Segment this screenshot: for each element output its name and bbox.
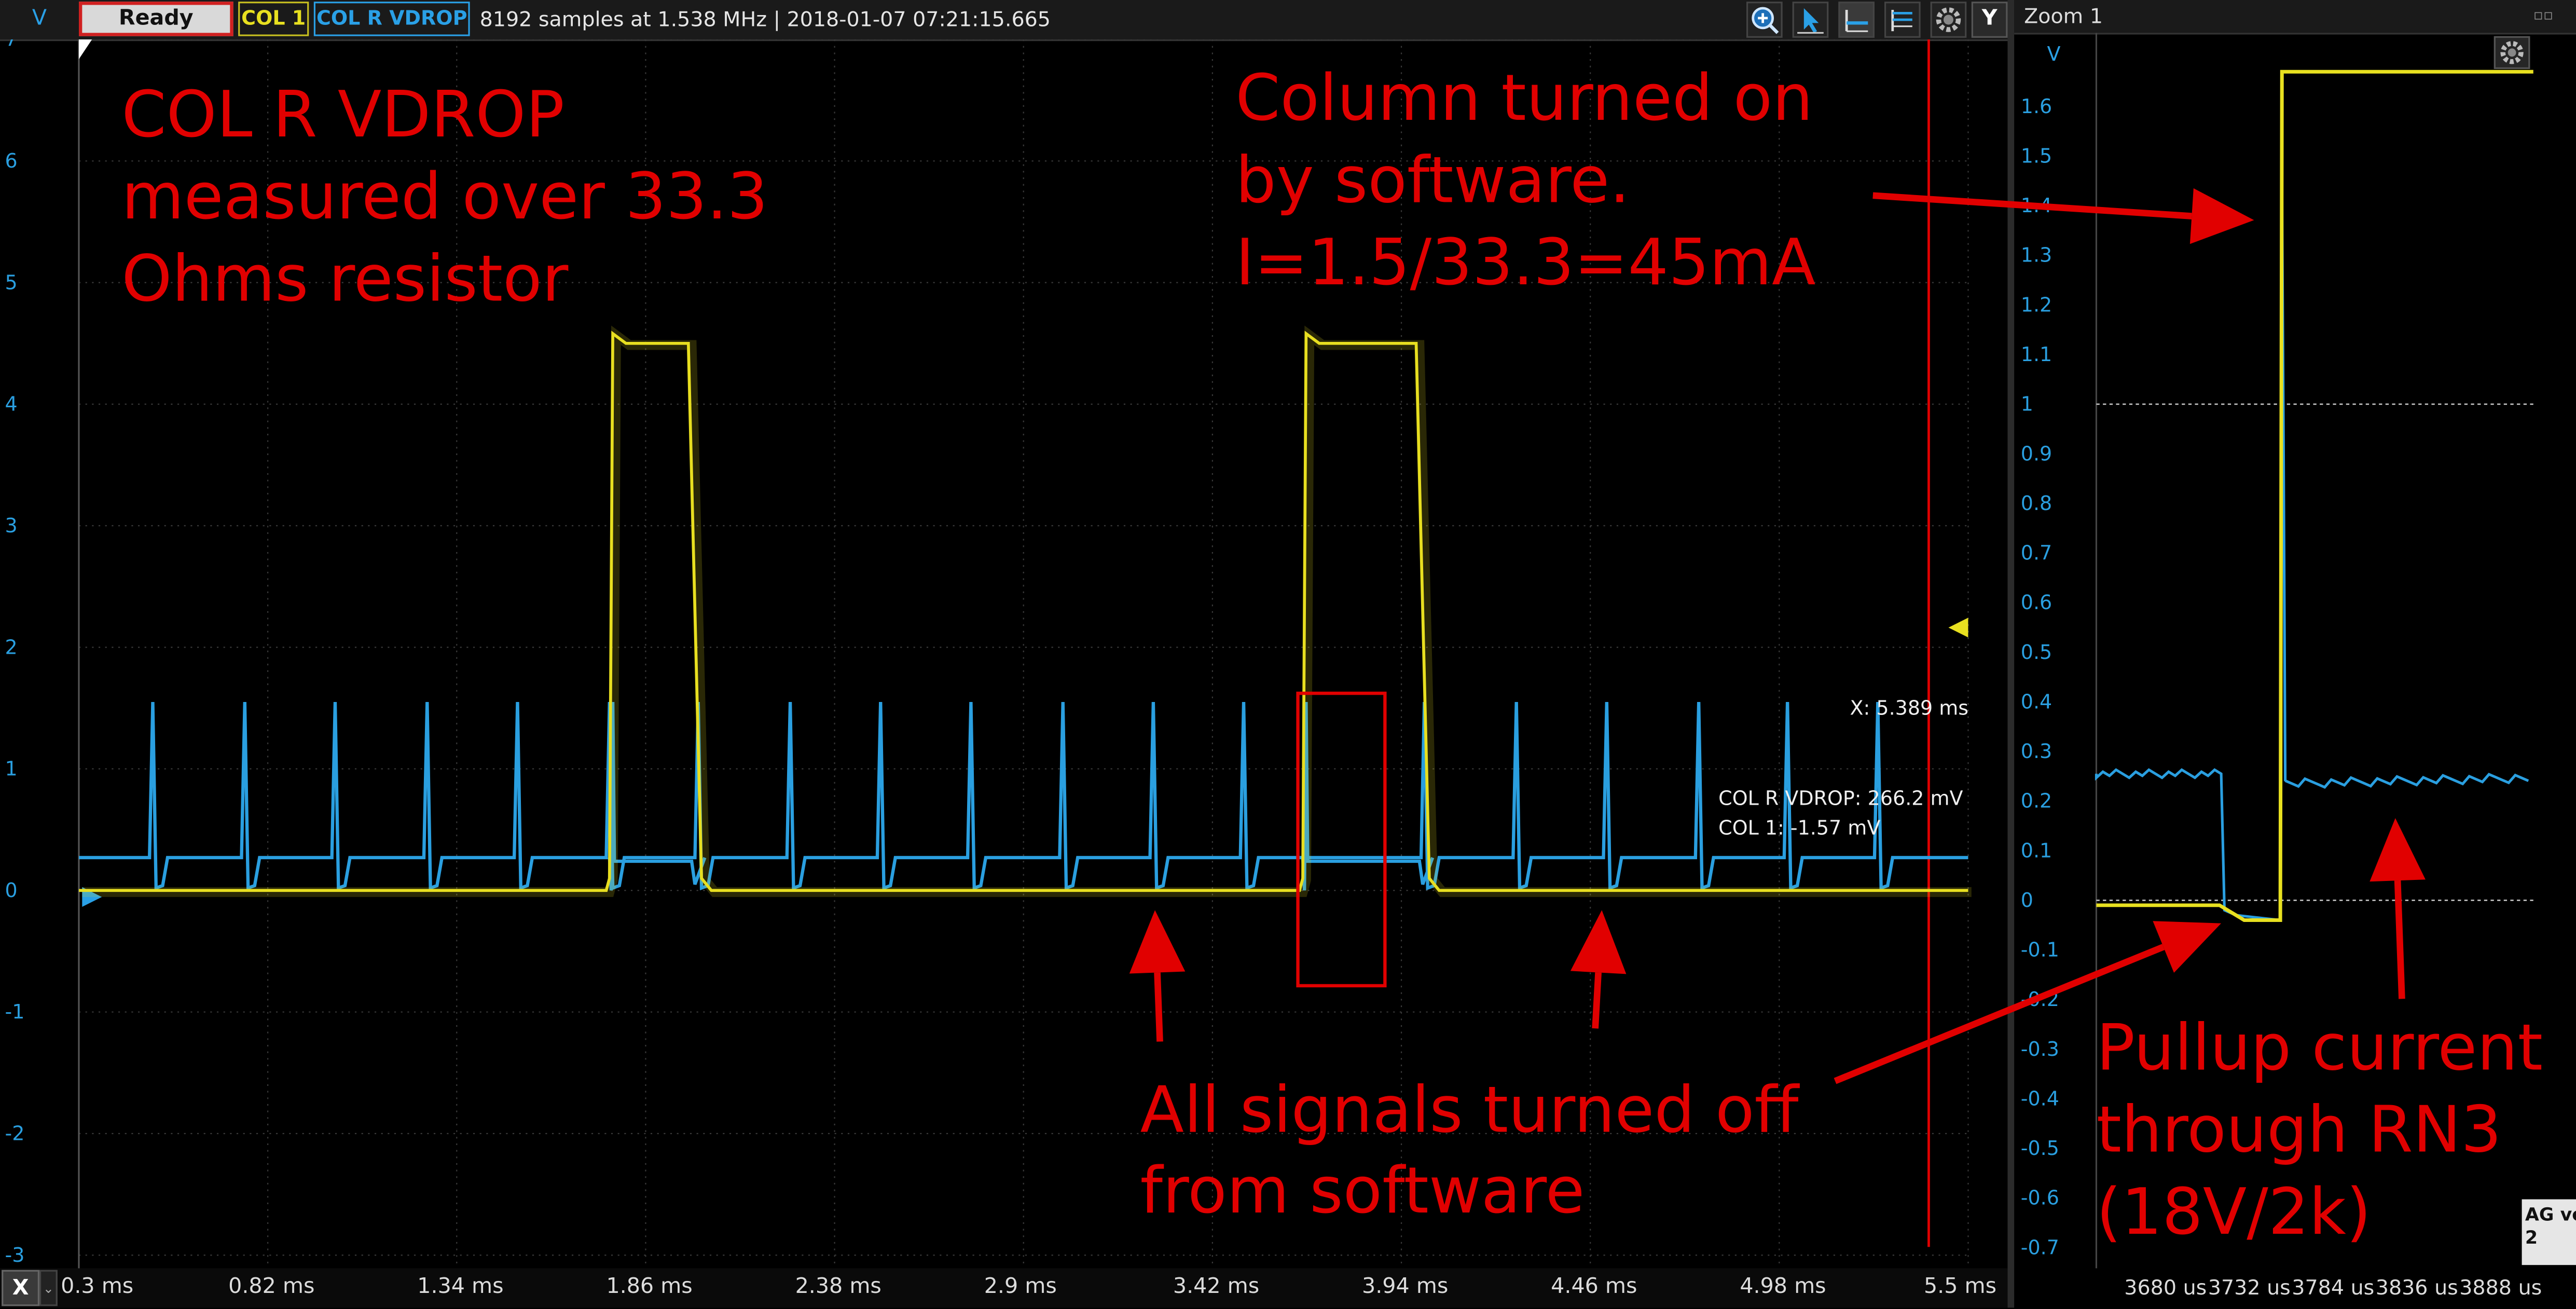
zoom-trace-col-r-vdrop — [2095, 181, 2529, 922]
channel-col1-tab[interactable]: COL 1 — [238, 2, 309, 36]
trigger-level-marker[interactable] — [1948, 617, 1968, 638]
trace-col-r-vdrop-pulse — [608, 702, 707, 891]
zoom-y-tick-label: 0.1 — [2021, 839, 2052, 862]
cursor-ch2-readout: COL R VDROP: 266.2 mV — [1718, 787, 1963, 810]
gear-icon — [2500, 41, 2524, 64]
zoom-y-tick-label: 1.2 — [2021, 293, 2052, 316]
zoom-panel-title: Zoom 1 — [2024, 3, 2103, 28]
ready-button[interactable]: Ready — [78, 2, 233, 36]
x-tick-label: 3.42 ms — [1173, 1275, 1260, 1300]
zoom-y-tick-label: 0.7 — [2021, 542, 2052, 564]
y-axis-button[interactable]: Y — [1971, 2, 2008, 38]
cursor-ch1-readout: COL 1: -1.57 mV — [1718, 816, 1881, 840]
annotation-title: COL R VDROP measured over 33.3 Ohms resi… — [121, 78, 768, 318]
zoom-y-tick-label: -0.3 — [2021, 1038, 2059, 1060]
zoom-x-tick-label: 3888 us — [2459, 1275, 2542, 1300]
zoom-x-tick-label: 3680 us — [2124, 1275, 2207, 1300]
zoom-y-tick-label: 0.3 — [2021, 740, 2052, 763]
zoom-button[interactable] — [1746, 2, 1783, 38]
x-axis-dropdown-icon[interactable]: ⌄ — [39, 1270, 58, 1306]
trace-col1-persistence — [82, 325, 1972, 897]
zoom-y-unit: V — [2047, 43, 2060, 65]
zoom-y-tick-label: 1.5 — [2021, 144, 2052, 167]
panel-divider[interactable] — [2007, 0, 2015, 1308]
channel-col-r-vdrop-tab[interactable]: COL R VDROP — [313, 2, 470, 36]
measure-icon — [1891, 9, 1912, 32]
settings-button[interactable] — [1930, 2, 1967, 38]
gear-icon — [1936, 7, 1961, 32]
zoom-x-tick-label: 3732 us — [2208, 1275, 2291, 1300]
x-tick-label: 1.86 ms — [606, 1275, 693, 1300]
x-tick-label: 1.34 ms — [417, 1275, 504, 1300]
x-tick-label: 2.38 ms — [795, 1275, 881, 1300]
x-tick-label: 4.98 ms — [1740, 1275, 1826, 1300]
zoom-y-tick-label: -0.7 — [2021, 1236, 2059, 1259]
y-tick-label: -2 — [5, 1122, 24, 1145]
trigger-top-marker — [78, 39, 92, 59]
x-tick-label: 2.9 ms — [984, 1275, 1057, 1300]
zoom-y-tick-label: 0.4 — [2021, 690, 2052, 713]
zoom-y-tick-label: 0.2 — [2021, 790, 2052, 812]
zoom-settings-button[interactable] — [2494, 36, 2530, 69]
x-tick-label: 5.5 ms — [1923, 1275, 1997, 1300]
zoom-y-tick-label: -0.5 — [2021, 1137, 2059, 1160]
zoom-y-tick-label: 1.1 — [2021, 343, 2052, 366]
x-tick-label: 4.46 ms — [1551, 1275, 1637, 1300]
horizontal-cursor-button[interactable] — [1838, 2, 1875, 38]
zoom-y-tick-label: -0.2 — [2021, 988, 2059, 1011]
annotation-column-on: Column turned on by software. I=1.5/33.3… — [1235, 62, 1816, 301]
zoom-y-tick-label: 1.6 — [2021, 95, 2052, 118]
trace-col-r-vdrop-pulse — [1301, 702, 1435, 891]
x-tick-label: 0.82 ms — [228, 1275, 315, 1300]
y-tick-label: 5 — [5, 271, 17, 294]
x-tick-label: 3.94 ms — [1362, 1275, 1449, 1300]
zoom-x-tick-label: 3784 us — [2292, 1275, 2375, 1300]
oscilloscope-app: V Ready COL 1 COL R VDROP 8192 samples a… — [0, 0, 2576, 1308]
cursor-icon — [1797, 8, 1824, 34]
y-tick-label: -1 — [5, 1000, 24, 1023]
annotation-pullup: Pullup current through RN3 (18V/2k) — [2096, 1012, 2543, 1250]
zoom-x-tick-label: 3836 us — [2375, 1275, 2458, 1300]
zoom-y-tick-label: 0 — [2021, 889, 2033, 912]
zoom-y-tick-label: -0.1 — [2021, 939, 2059, 961]
x-axis-button[interactable]: X — [2, 1270, 39, 1306]
y-tick-label: -3 — [5, 1244, 24, 1266]
zoom-y-tick-label: 0.9 — [2021, 442, 2052, 465]
measure-button[interactable] — [1884, 2, 1921, 38]
cursor-button[interactable] — [1792, 2, 1829, 38]
y-tick-label: 3 — [5, 514, 17, 537]
y-tick-label: 4 — [5, 393, 17, 416]
zoom-trace-col1 — [2096, 70, 2533, 922]
y-tick-label: 7 — [5, 39, 17, 51]
zoom-y-tick-label: -0.4 — [2021, 1087, 2059, 1110]
channel-unit-label: V — [32, 6, 47, 32]
cursor-x-readout: X: 5.389 ms — [1850, 696, 1969, 720]
window-controls-icon[interactable]: ▫▫ — [2533, 5, 2573, 27]
zoom-y-tick-label: 1.4 — [2021, 194, 2052, 217]
y-tick-label: 0 — [5, 879, 17, 902]
annotation-signals-off: All signals turned off from software — [1140, 1074, 1799, 1229]
zoom-y-tick-label: 1 — [2021, 393, 2033, 416]
zoom-y-tick-label: -0.6 — [2021, 1187, 2059, 1209]
zoom-y-tick-label: 0.6 — [2021, 591, 2052, 614]
zoom-y-tick-label: 0.5 — [2021, 641, 2052, 664]
zoom-y-tick-label: 0.8 — [2021, 492, 2052, 515]
zoom-icon — [1752, 7, 1779, 34]
zoom-y-tick-label: 1.3 — [2021, 244, 2052, 267]
horizontal-cursor-icon — [1845, 9, 1868, 32]
x-tick-label: 0.3 ms — [61, 1275, 134, 1300]
y-tick-label: 1 — [5, 757, 17, 780]
y-tick-label: 6 — [5, 149, 17, 172]
y-tick-label: 2 — [5, 636, 17, 658]
acquisition-info: 8192 samples at 1.538 MHz | 2018-01-07 0… — [479, 6, 1051, 32]
